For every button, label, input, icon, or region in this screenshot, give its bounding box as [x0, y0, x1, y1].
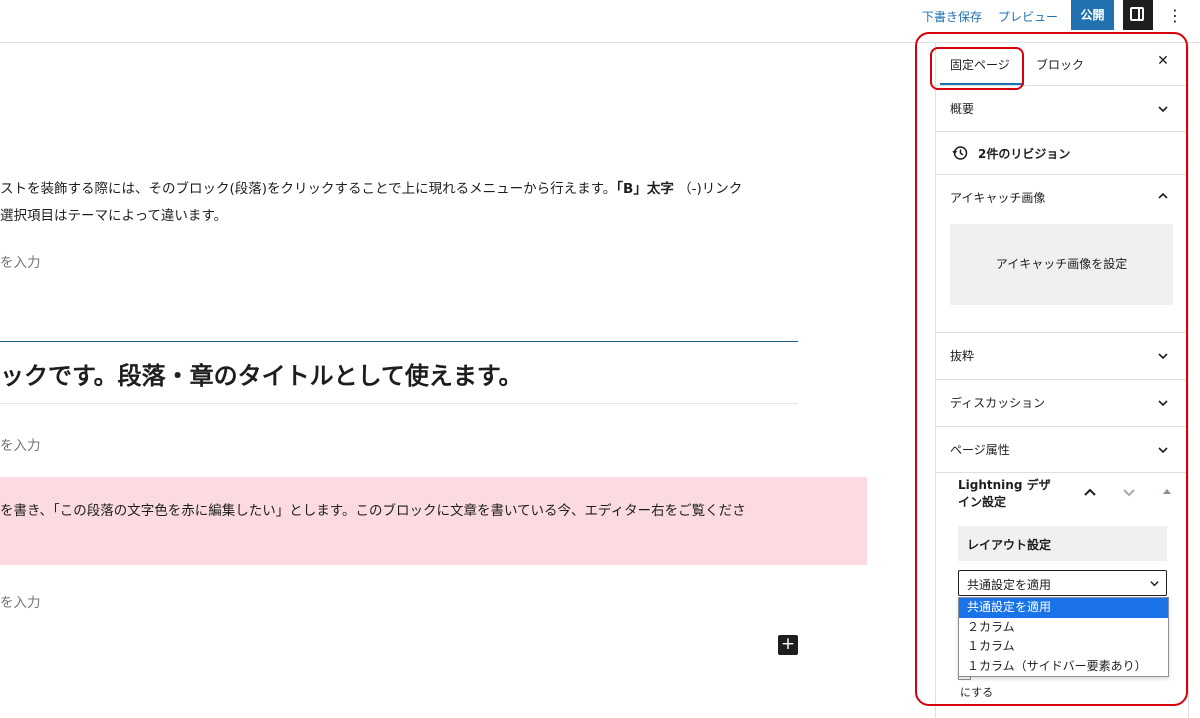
paragraph-text-tail: （-)リンク — [678, 181, 743, 197]
chevron-up-icon[interactable] — [1082, 484, 1098, 500]
close-icon[interactable]: ✕ — [1154, 53, 1172, 73]
chevron-down-icon[interactable] — [1121, 484, 1137, 500]
panel-title: ページ属性 — [950, 443, 1010, 457]
chevron-down-icon — [1158, 106, 1168, 113]
paragraph-text-line2[interactable]: 選択項目はテーマによって違います。 — [0, 204, 227, 224]
bold-text: 「B」太字 — [616, 181, 674, 197]
editor-canvas: ストを装飾する際には、そのブロック(段落)をクリックすることで上に現れるメニュー… — [0, 43, 905, 718]
caret-up-icon[interactable] — [1162, 487, 1172, 497]
tab-page[interactable]: 固定ページ — [950, 56, 1010, 73]
panel-title: ディスカッション — [950, 396, 1046, 410]
add-block-button[interactable]: + — [778, 635, 798, 655]
chevron-down-icon — [1158, 400, 1168, 407]
paragraph-text: を書き、「この段落の文字色を赤に編集したい」とします。このブロックに文章を書いて… — [0, 503, 746, 519]
empty-block-placeholder[interactable]: を入力 — [0, 434, 41, 454]
settings-panel-toggle[interactable] — [1123, 0, 1153, 30]
highlighted-paragraph-block[interactable]: を書き、「この段落の文字色を赤に編集したい」とします。このブロックに文章を書いて… — [0, 477, 867, 565]
layout-select[interactable]: 共通設定を適用 — [958, 570, 1167, 596]
more-options-icon[interactable]: ⋮ — [1165, 4, 1185, 28]
layout-option[interactable]: １カラム — [959, 637, 1168, 657]
empty-block-placeholder[interactable]: を入力 — [0, 251, 41, 271]
layout-settings-header: レイアウト設定 — [958, 526, 1167, 561]
checkbox-label: にする — [960, 686, 994, 699]
panel-summary[interactable]: 概要 — [936, 85, 1188, 132]
set-featured-image-button[interactable]: アイキャッチ画像を設定 — [950, 224, 1173, 305]
layout-option[interactable]: 共通設定を適用 — [959, 598, 1168, 618]
history-icon — [952, 146, 968, 160]
layout-dropdown-list: 共通設定を適用 ２カラム １カラム １カラム（サイドバー要素あり） — [958, 597, 1169, 677]
heading-top-border — [0, 341, 798, 342]
chevron-down-icon — [1150, 581, 1159, 587]
paragraph-block[interactable]: ストを装飾する際には、そのブロック(段落)をクリックすることで上に現れるメニュー… — [0, 177, 742, 197]
panel-page-attributes[interactable]: ページ属性 — [936, 427, 1188, 473]
empty-block-placeholder[interactable]: を入力 — [0, 591, 41, 611]
layout-select-value: 共通設定を適用 — [967, 578, 1052, 592]
panel-title[interactable]: アイキャッチ画像 — [950, 189, 1045, 206]
panel-discussion[interactable]: ディスカッション — [936, 380, 1188, 427]
revisions-label: 2件のリビジョン — [978, 147, 1071, 161]
paragraph-text: ストを装飾する際には、そのブロック(段落)をクリックすることで上に現れるメニュー… — [0, 181, 617, 197]
preview-button[interactable]: プレビュー — [998, 8, 1058, 25]
settings-sidebar: 固定ページ ブロック ✕ 概要 2件のリビジョン アイキャッチ画像 アイキャッチ… — [935, 43, 1189, 718]
lightning-design-settings-title: Lightning デザイン設定 — [958, 478, 1051, 509]
panel-excerpt[interactable]: 抜粋 — [936, 333, 1188, 380]
chevron-down-icon — [1158, 447, 1168, 454]
chevron-up-icon[interactable] — [1156, 189, 1170, 203]
layout-settings-label: レイアウト設定 — [967, 538, 1052, 552]
panel-title: 抜粋 — [950, 349, 975, 363]
sidebar-tabs: 固定ページ ブロック ✕ — [936, 43, 1188, 86]
panel-title: 概要 — [950, 102, 975, 116]
chevron-down-icon — [1158, 353, 1168, 360]
revisions-link[interactable]: 2件のリビジョン — [936, 132, 1188, 175]
tab-block[interactable]: ブロック — [1036, 56, 1084, 73]
layout-option[interactable]: １カラム（サイドバー要素あり） — [959, 657, 1168, 677]
heading-block[interactable]: ックです。段落・章のタイトルとして使えます。 — [0, 356, 522, 391]
publish-button[interactable]: 公開 — [1071, 0, 1114, 30]
layout-option[interactable]: ２カラム — [959, 618, 1168, 638]
editor-toolbar: 下書き保存 プレビュー 公開 ⋮ — [0, 0, 1200, 43]
heading-bottom-border — [0, 403, 798, 404]
save-draft-button[interactable]: 下書き保存 — [922, 8, 982, 25]
